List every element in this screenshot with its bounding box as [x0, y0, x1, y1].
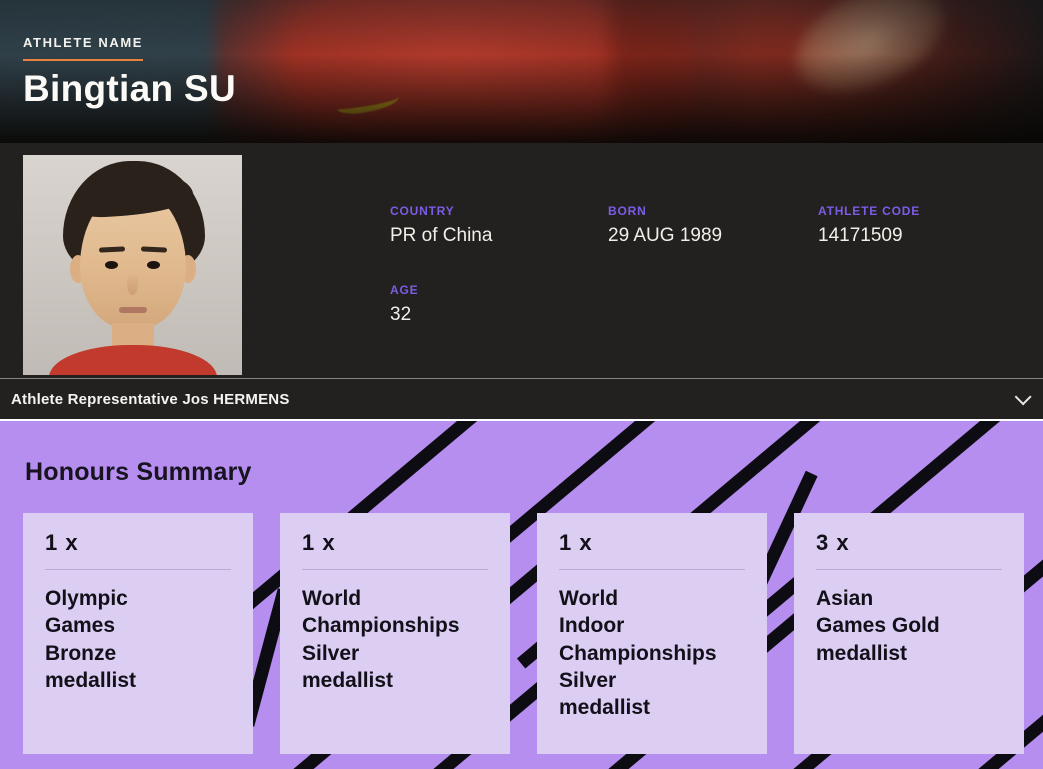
athlete-code-label: ATHLETE CODE — [818, 204, 1020, 218]
country-label: COUNTRY — [390, 204, 608, 218]
headshot-eye-left — [105, 261, 118, 269]
honour-card-world-silver: 1 x World Championships Silver medallist — [280, 513, 510, 754]
honour-title: Asian Games Gold medallist — [816, 585, 1002, 667]
athlete-code-value: 14171509 — [818, 225, 1020, 247]
honour-card-olympic-bronze: 1 x Olympic Games Bronze medallist — [23, 513, 253, 754]
honour-count: 3 x — [816, 530, 1002, 556]
headshot-mouth — [119, 307, 147, 313]
hero-banner: ATHLETE NAME Bingtian SU — [0, 0, 1043, 143]
headshot-nose — [127, 273, 138, 295]
honour-count: 1 x — [45, 530, 231, 556]
headshot-red-shirt — [49, 345, 217, 375]
headshot-eye-right — [147, 261, 160, 269]
honour-card-asian-games-gold: 3 x Asian Games Gold medallist — [794, 513, 1024, 754]
honour-count: 1 x — [302, 530, 488, 556]
athlete-representative-accordion[interactable]: Athlete Representative Jos HERMENS — [0, 378, 1043, 419]
honour-count: 1 x — [559, 530, 745, 556]
info-field-born: BORN 29 AUG 1989 — [608, 204, 818, 247]
athlete-profile-page: ATHLETE NAME Bingtian SU COUNTRY PR of C… — [0, 0, 1043, 769]
age-label: AGE — [390, 283, 608, 297]
athlete-name: Bingtian SU — [23, 68, 236, 110]
country-value: PR of China — [390, 225, 608, 247]
athlete-info-panel: COUNTRY PR of China BORN 29 AUG 1989 ATH… — [0, 143, 1043, 378]
card-divider — [302, 569, 488, 570]
athlete-headshot-photo — [23, 155, 242, 375]
age-value: 32 — [390, 304, 608, 326]
card-divider — [559, 569, 745, 570]
honour-title: World Indoor Championships Silver medall… — [559, 585, 745, 721]
honour-title: World Championships Silver medallist — [302, 585, 488, 694]
honours-summary-section: Honours Summary 1 x Olympic Games Bronze… — [0, 419, 1043, 769]
info-field-country: COUNTRY PR of China — [390, 204, 608, 247]
born-value: 29 AUG 1989 — [608, 225, 818, 247]
info-field-age: AGE 32 — [390, 283, 608, 326]
hero-content: ATHLETE NAME Bingtian SU — [23, 35, 236, 110]
card-divider — [816, 569, 1002, 570]
chevron-down-icon — [1015, 388, 1032, 405]
info-grid: COUNTRY PR of China BORN 29 AUG 1989 ATH… — [390, 204, 1020, 326]
athlete-name-label: ATHLETE NAME — [23, 35, 236, 50]
born-label: BORN — [608, 204, 818, 218]
info-field-athlete-code: ATHLETE CODE 14171509 — [818, 204, 1020, 247]
honour-card-world-indoor-silver: 1 x World Indoor Championships Silver me… — [537, 513, 767, 754]
representative-text: Athlete Representative Jos HERMENS — [11, 391, 290, 408]
accent-underline — [23, 59, 143, 61]
honour-title: Olympic Games Bronze medallist — [45, 585, 231, 694]
card-divider — [45, 569, 231, 570]
honour-cards-row: 1 x Olympic Games Bronze medallist 1 x W… — [23, 513, 1024, 754]
honours-title: Honours Summary — [25, 458, 1043, 487]
